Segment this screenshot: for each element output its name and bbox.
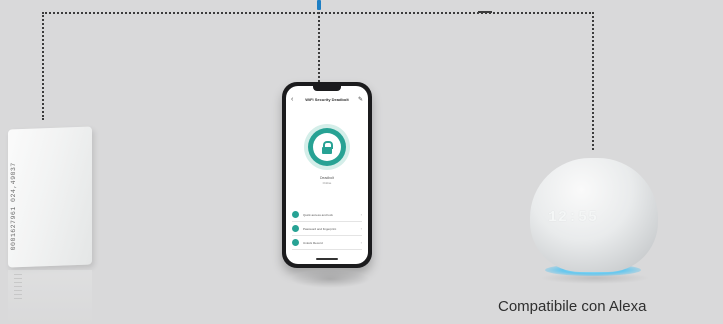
device-status: Online bbox=[322, 181, 332, 185]
app-header: ‹ WiFi Security Deadbolt ✎ bbox=[286, 96, 368, 108]
device-name: Deadbolt bbox=[319, 176, 334, 180]
connector-line-right bbox=[592, 12, 594, 150]
menu-item-password[interactable]: Password and fingerprint › bbox=[292, 222, 362, 236]
record-icon bbox=[292, 239, 299, 246]
phone-notch bbox=[313, 86, 341, 91]
alexa-compatibility-caption: Compatibile con Alexa bbox=[498, 298, 647, 315]
home-indicator bbox=[316, 258, 338, 260]
menu-item-quick-access[interactable]: Quick access and lock › bbox=[292, 208, 362, 222]
fingerprint-icon bbox=[292, 225, 299, 232]
app-menu-list: Quick access and lock › Password and fin… bbox=[292, 208, 362, 250]
connector-node bbox=[317, 0, 321, 10]
edit-icon[interactable]: ✎ bbox=[358, 96, 363, 103]
phone-screen: ‹ WiFi Security Deadbolt ✎ Deadbolt Onli… bbox=[286, 86, 368, 264]
back-icon[interactable]: ‹ bbox=[291, 96, 293, 103]
phone-shadow bbox=[290, 270, 370, 288]
chevron-right-icon: › bbox=[360, 212, 362, 217]
lock-icon bbox=[322, 147, 332, 154]
connector-line-middle bbox=[318, 12, 320, 82]
menu-item-label: Quick access and lock bbox=[303, 212, 333, 217]
card-reflection-number bbox=[14, 274, 22, 302]
menu-item-record[interactable]: Unlock Record › bbox=[292, 236, 362, 250]
chevron-right-icon: › bbox=[360, 240, 362, 245]
rfid-card: 0001627961 024,49037 bbox=[8, 126, 92, 268]
app-title: WiFi Security Deadbolt bbox=[305, 97, 349, 102]
menu-item-label: Unlock Record bbox=[303, 240, 323, 245]
connector-node-right bbox=[478, 11, 492, 13]
chevron-right-icon: › bbox=[360, 226, 362, 231]
card-printed-number: 0001627961 024,49037 bbox=[10, 162, 17, 251]
echo-clock-display: 12:55 bbox=[548, 209, 599, 226]
menu-item-label: Password and fingerprint bbox=[303, 226, 337, 231]
smartphone: ‹ WiFi Security Deadbolt ✎ Deadbolt Onli… bbox=[282, 82, 372, 268]
connector-line-left bbox=[42, 12, 44, 120]
key-icon bbox=[292, 211, 299, 218]
